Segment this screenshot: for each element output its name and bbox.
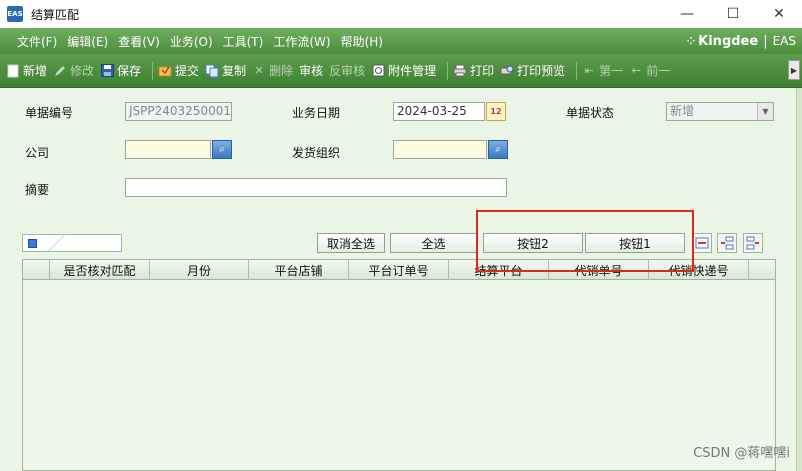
toolbar-separator xyxy=(447,61,449,80)
copy-icon xyxy=(205,64,219,78)
col-is-matched[interactable]: 是否核对匹配 xyxy=(50,260,150,280)
edit-pencil-icon xyxy=(53,64,67,78)
unaudit-button[interactable]: 反审核 xyxy=(329,62,365,79)
grid-selector-box[interactable] xyxy=(22,234,122,252)
submit-button[interactable]: 提交 xyxy=(158,62,199,79)
eas-app-icon: EAS xyxy=(7,6,23,22)
insert-row-icon[interactable] xyxy=(717,233,737,253)
delete-label: 删除 xyxy=(269,64,294,78)
new-button[interactable]: 新增 xyxy=(6,62,47,79)
window-controls: — ☐ ✕ xyxy=(664,0,802,28)
col-platform-order-no[interactable]: 平台订单号 xyxy=(349,260,449,280)
save-disk-icon xyxy=(100,64,114,78)
remove-row-icon[interactable] xyxy=(692,233,712,253)
prev-label: 前一 xyxy=(646,64,671,78)
title-bar: EAS 结算匹配 — ☐ ✕ xyxy=(0,0,802,28)
toolbar-separator xyxy=(152,61,154,80)
audit-button[interactable]: 审核 xyxy=(299,62,323,79)
attachment-button[interactable]: 附件管理 xyxy=(371,62,436,79)
print-label: 打印 xyxy=(470,64,495,78)
biz-date-label: 业务日期 xyxy=(292,106,341,120)
delete-x-icon: ✕ xyxy=(254,64,264,77)
menu-business[interactable]: 业务(O) xyxy=(165,33,218,50)
biz-date-field[interactable]: 2024-03-25 xyxy=(393,102,485,121)
brand-separator: | xyxy=(763,33,768,49)
menu-edit[interactable]: 编辑(E) xyxy=(62,33,113,50)
main-toolbar: 新增 修改 保存 提交 复制 ✕ 删除 审核 反审核 附件管理 打印 打印预览 … xyxy=(0,54,802,88)
new-label: 新增 xyxy=(23,64,48,78)
close-button[interactable]: ✕ xyxy=(756,0,802,28)
print-preview-label: 打印预览 xyxy=(517,64,566,78)
product-name: EAS xyxy=(772,34,796,48)
col-platform-shop[interactable]: 平台店铺 xyxy=(249,260,349,280)
first-button[interactable]: ⇤ 第一 xyxy=(582,62,624,79)
save-button[interactable]: 保存 xyxy=(100,62,141,79)
company-field[interactable] xyxy=(125,140,211,159)
delete-button[interactable]: ✕ 删除 xyxy=(252,62,293,79)
submit-icon xyxy=(158,64,172,78)
maximize-button[interactable]: ☐ xyxy=(710,0,756,28)
col-month[interactable]: 月份 xyxy=(150,260,249,280)
printer-icon xyxy=(453,64,467,78)
window-title: 结算匹配 xyxy=(31,7,80,22)
audit-label: 审核 xyxy=(299,64,324,78)
print-preview-button[interactable]: 打印预览 xyxy=(500,62,565,79)
highlight-annotation-box xyxy=(476,210,694,272)
company-lookup-icon[interactable]: ⌕ xyxy=(212,140,232,159)
ship-org-label: 发货组织 xyxy=(292,146,341,160)
chevron-down-icon[interactable]: ▼ xyxy=(757,103,773,120)
submit-label: 提交 xyxy=(175,64,200,78)
brand-name: Kingdee xyxy=(698,33,759,49)
bill-no-field[interactable]: JSPP2403250001 xyxy=(125,102,232,121)
print-preview-icon xyxy=(500,64,514,78)
kingdee-logo: ⁘ Kingdee | EAS xyxy=(687,28,796,54)
new-document-icon xyxy=(6,64,20,78)
menu-view[interactable]: 查看(V) xyxy=(113,33,165,50)
add-row-icon[interactable] xyxy=(743,233,763,253)
prev-arrow-icon: ← xyxy=(631,64,641,77)
summary-field[interactable] xyxy=(125,178,507,197)
prev-button[interactable]: ← 前一 xyxy=(629,62,671,79)
summary-label: 摘要 xyxy=(25,183,50,197)
grid-blue-square-icon xyxy=(28,239,37,248)
minimize-button[interactable]: — xyxy=(664,0,710,28)
print-button[interactable]: 打印 xyxy=(453,62,494,79)
select-all-button[interactable]: 全选 xyxy=(390,233,477,253)
result-table[interactable]: 是否核对匹配 月份 平台店铺 平台订单号 结算平台 代销单号 代销快递号 xyxy=(22,259,776,471)
menu-help[interactable]: 帮助(H) xyxy=(336,33,388,50)
calendar-icon[interactable]: 12 xyxy=(486,102,506,121)
bill-no-label: 单据编号 xyxy=(25,106,74,120)
bill-status-select[interactable]: 新增 ▼ xyxy=(666,102,774,121)
menu-file[interactable]: 文件(F) xyxy=(12,33,62,50)
menu-tools[interactable]: 工具(T) xyxy=(218,33,269,50)
menu-workflow[interactable]: 工作流(W) xyxy=(268,33,335,50)
toolbar-scroll-right-icon[interactable]: ▶ xyxy=(788,60,800,80)
first-label: 第一 xyxy=(599,64,624,78)
deselect-all-button[interactable]: 取消全选 xyxy=(317,233,385,253)
attachment-icon xyxy=(371,64,385,78)
row-indicator-header xyxy=(23,260,50,280)
menu-bar: 文件(F) 编辑(E) 查看(V) 业务(O) 工具(T) 工作流(W) 帮助(… xyxy=(0,28,802,54)
attachment-label: 附件管理 xyxy=(388,64,437,78)
edit-label: 修改 xyxy=(70,64,95,78)
company-label: 公司 xyxy=(25,146,50,160)
grid-slash-decoration xyxy=(43,235,69,252)
ship-org-lookup-icon[interactable]: ⌕ xyxy=(488,140,508,159)
edit-button[interactable]: 修改 xyxy=(53,62,94,79)
bill-status-label: 单据状态 xyxy=(566,106,615,120)
copy-button[interactable]: 复制 xyxy=(205,62,246,79)
ship-org-field[interactable] xyxy=(393,140,487,159)
unaudit-label: 反审核 xyxy=(329,64,366,78)
bill-status-value: 新增 xyxy=(670,104,695,118)
toolbar-separator xyxy=(576,61,578,80)
watermark: CSDN @蒋嘿嘿i xyxy=(693,446,790,461)
copy-label: 复制 xyxy=(222,64,247,78)
kingdee-dots-icon: ⁘ xyxy=(686,35,696,47)
right-scroll-strip[interactable] xyxy=(796,88,802,471)
save-label: 保存 xyxy=(117,64,142,78)
first-record-icon: ⇤ xyxy=(584,64,594,77)
